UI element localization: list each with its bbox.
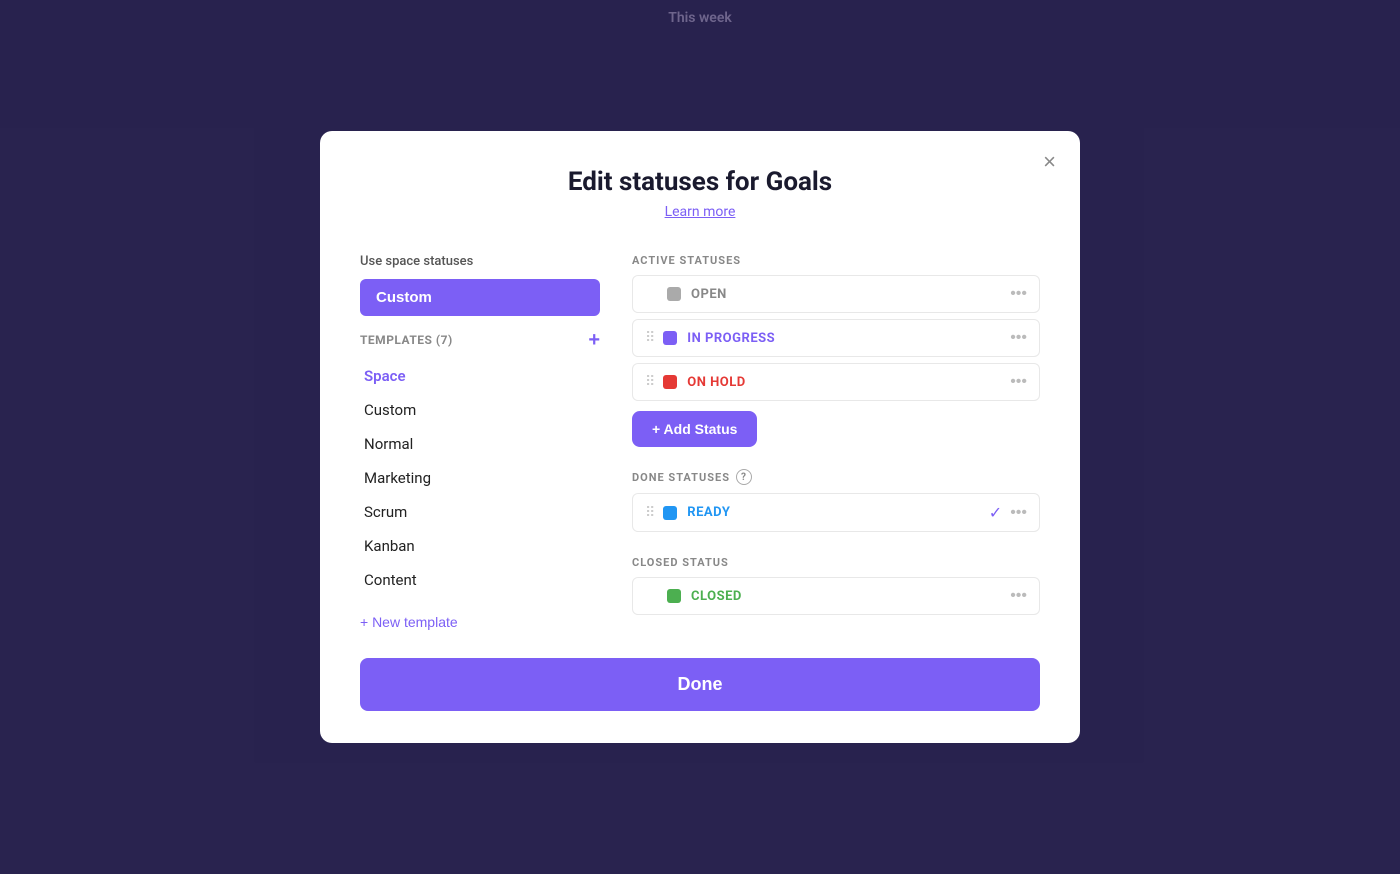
more-options-button[interactable]: •••	[1010, 373, 1027, 391]
modal-subtitle: Learn more	[360, 201, 1040, 220]
more-options-button[interactable]: •••	[1010, 504, 1027, 522]
status-dot	[663, 506, 677, 520]
status-actions: •••	[1010, 373, 1027, 391]
drag-handle-icon[interactable]: ⠿	[645, 505, 655, 521]
templates-add-button[interactable]: +	[588, 330, 600, 350]
status-actions: •••	[1010, 285, 1027, 303]
templates-row: TEMPLATES (7) +	[360, 330, 600, 350]
status-row-ready: ⠿ READY ✓ •••	[632, 493, 1040, 532]
custom-button[interactable]: Custom	[360, 279, 600, 316]
template-item-scrum[interactable]: Scrum	[360, 496, 600, 528]
drag-handle-icon[interactable]: ⠿	[645, 330, 655, 346]
active-statuses-list: OPEN ••• ⠿ IN PROGRESS ••• ⠿ ON HOLD •••	[632, 275, 1040, 401]
done-statuses-label: DONE STATUSES ?	[632, 469, 1040, 485]
templates-label: TEMPLATES (7)	[360, 333, 453, 347]
drag-handle-icon[interactable]: ⠿	[645, 374, 655, 390]
more-options-button[interactable]: •••	[1010, 285, 1027, 303]
template-item-marketing[interactable]: Marketing	[360, 462, 600, 494]
active-statuses-label: ACTIVE STATUSES	[632, 254, 1040, 267]
template-list: SpaceCustomNormalMarketingScrumKanbanCon…	[360, 360, 600, 596]
status-name: ON HOLD	[687, 375, 746, 390]
done-statuses-section: DONE STATUSES ? ⠿ READY ✓ •••	[632, 469, 1040, 538]
modal-title: Edit statuses for Goals	[360, 167, 1040, 197]
learn-more-link[interactable]: Learn more	[665, 204, 736, 220]
check-icon: ✓	[989, 503, 1002, 522]
close-button[interactable]: ×	[1043, 151, 1056, 173]
right-panel: ACTIVE STATUSES OPEN•••⠿IN PROGRESS•••⠿O…	[632, 254, 1040, 634]
template-item-kanban[interactable]: Kanban	[360, 530, 600, 562]
left-panel: Use space statuses Custom TEMPLATES (7) …	[360, 254, 600, 634]
status-dot	[663, 331, 677, 345]
status-row-on-hold: ⠿ ON HOLD •••	[632, 363, 1040, 401]
status-row-in-progress: ⠿ IN PROGRESS •••	[632, 319, 1040, 357]
use-space-label: Use space statuses	[360, 254, 600, 269]
done-statuses-list: ⠿ READY ✓ •••	[632, 493, 1040, 532]
template-item-content[interactable]: Content	[360, 564, 600, 596]
active-statuses-section: ACTIVE STATUSES OPEN•••⠿IN PROGRESS•••⠿O…	[632, 254, 1040, 451]
status-row-open: OPEN •••	[632, 275, 1040, 313]
status-actions: •••	[1010, 587, 1027, 605]
more-options-button[interactable]: •••	[1010, 329, 1027, 347]
modal-overlay: Edit statuses for Goals Learn more × Use…	[0, 0, 1400, 874]
closed-statuses-list: CLOSED •••	[632, 577, 1040, 615]
status-name: READY	[687, 505, 730, 520]
more-options-button[interactable]: •••	[1010, 587, 1027, 605]
template-item-normal[interactable]: Normal	[360, 428, 600, 460]
status-dot	[663, 375, 677, 389]
closed-status-label: CLOSED STATUS	[632, 556, 1040, 569]
new-template-button[interactable]: + New template	[360, 610, 600, 634]
status-name: CLOSED	[691, 589, 742, 604]
status-actions: •••	[1010, 329, 1027, 347]
closed-status-section: CLOSED STATUS CLOSED •••	[632, 556, 1040, 621]
help-icon[interactable]: ?	[736, 469, 752, 485]
done-footer: Done	[360, 658, 1040, 711]
status-row-closed: CLOSED •••	[632, 577, 1040, 615]
modal-body: Use space statuses Custom TEMPLATES (7) …	[360, 254, 1040, 634]
status-name: OPEN	[691, 287, 727, 302]
template-item-custom[interactable]: Custom	[360, 394, 600, 426]
add-status-button[interactable]: + Add Status	[632, 411, 757, 447]
modal-header: Edit statuses for Goals Learn more	[360, 167, 1040, 220]
status-actions: ✓ •••	[989, 503, 1027, 522]
modal: Edit statuses for Goals Learn more × Use…	[320, 131, 1080, 743]
template-item-space[interactable]: Space	[360, 360, 600, 392]
status-dot	[667, 287, 681, 301]
status-dot	[667, 589, 681, 603]
status-name: IN PROGRESS	[687, 331, 775, 346]
done-button[interactable]: Done	[360, 658, 1040, 711]
